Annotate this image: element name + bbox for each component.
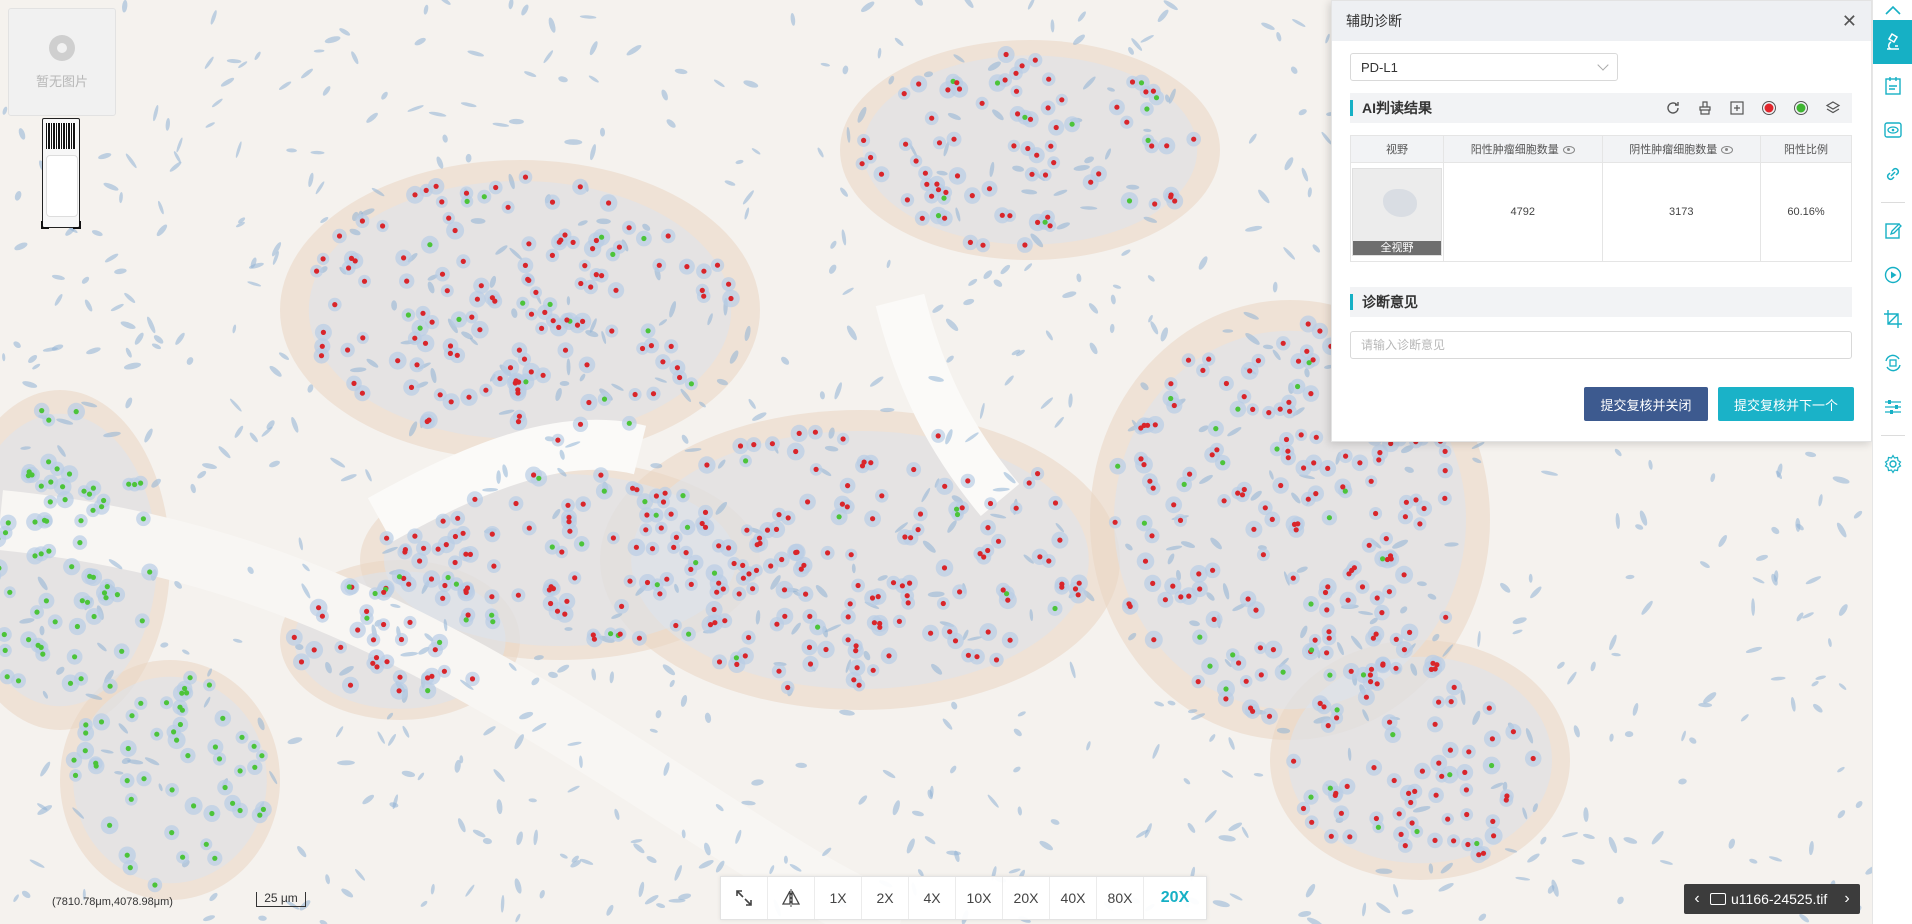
add-region-icon[interactable]	[1728, 99, 1746, 117]
ai-result-table: 视野 阳性肿瘤细胞数量 阴性肿瘤细胞数量 阳性比例 全视野 4792 3173 …	[1350, 135, 1852, 262]
col-header-ratio: 阳性比例	[1760, 135, 1852, 163]
refresh-icon[interactable]	[1664, 99, 1682, 117]
ai-tools	[1664, 99, 1842, 117]
no-image-icon	[49, 34, 75, 61]
stain-select[interactable]: PD-L1	[1350, 53, 1618, 81]
coordinate-readout: (7810.78μm,4078.98μm)	[52, 896, 173, 908]
current-zoom-indicator: 20X	[1160, 889, 1190, 906]
col-header-negative-label: 阴性肿瘤细胞数量	[1629, 144, 1718, 156]
positive-ratio: 60.16%	[1760, 162, 1852, 262]
zoom-10x-button[interactable]: 10X	[956, 877, 1003, 919]
panel-header: 辅助诊断 ✕	[1332, 1, 1871, 41]
view-thumbnail[interactable]: 全视野	[1352, 168, 1442, 256]
negative-count: 3173	[1601, 162, 1761, 262]
prev-file-button[interactable]: ‹	[1684, 890, 1710, 908]
zoom-4x-button[interactable]: 4X	[909, 877, 956, 919]
report-icon[interactable]	[1873, 64, 1912, 108]
crop-icon[interactable]	[1873, 297, 1912, 341]
microscope-icon[interactable]	[1873, 20, 1912, 64]
file-name-display: u1166-24525.tif	[1710, 891, 1834, 907]
flip-icon	[781, 889, 801, 907]
opinion-section-header: 诊断意见	[1350, 287, 1852, 317]
zoom-20x-button[interactable]: 20X	[1003, 877, 1050, 919]
collapse-up-icon[interactable]	[1873, 0, 1912, 20]
zoom-80x-button[interactable]: 80X	[1097, 877, 1144, 919]
rotate-icon[interactable]	[1873, 341, 1912, 385]
positive-marker-icon[interactable]	[1760, 99, 1778, 117]
thumbnail-placeholder-text: 暂无图片	[35, 73, 88, 89]
slide-label-preview[interactable]	[41, 118, 81, 229]
view-label: 全视野	[1353, 241, 1441, 255]
settings-icon[interactable]	[1873, 442, 1912, 486]
expand-icon	[736, 890, 752, 906]
toolbar-divider	[1881, 435, 1905, 436]
zoom-40x-button[interactable]: 40X	[1050, 877, 1097, 919]
table-row[interactable]: 全视野 4792 3173 60.16%	[1350, 162, 1852, 262]
chevron-down-icon	[1597, 59, 1609, 71]
slide-cover	[46, 155, 78, 217]
positive-count: 4792	[1443, 162, 1603, 262]
close-icon[interactable]: ✕	[1842, 11, 1857, 32]
view-cell[interactable]: 全视野	[1350, 162, 1444, 262]
right-toolbar	[1872, 0, 1912, 924]
zoom-2x-button[interactable]: 2X	[862, 877, 909, 919]
eye-icon[interactable]	[1721, 146, 1734, 155]
link-icon[interactable]	[1873, 152, 1912, 196]
thumbnail-panel[interactable]: 暂无图片	[8, 8, 116, 116]
specimen-preview	[1383, 189, 1417, 217]
file-navigator: ‹ u1166-24525.tif ›	[1684, 884, 1860, 914]
stain-select-value: PD-L1	[1361, 59, 1398, 75]
opinion-title: 诊断意见	[1362, 294, 1418, 310]
ai-result-section-header: AI判读结果	[1350, 93, 1852, 123]
edit-icon[interactable]	[1873, 209, 1912, 253]
flip-button[interactable]	[768, 877, 815, 919]
zoom-toolbar: 1X 2X 4X 10X 20X 40X 80X 20X	[720, 876, 1207, 920]
clear-icon[interactable]	[1696, 99, 1714, 117]
toolbar-divider	[1881, 202, 1905, 203]
eye-icon[interactable]	[1562, 146, 1575, 155]
next-file-button[interactable]: ›	[1834, 890, 1860, 908]
submit-close-button[interactable]: 提交复核并关闭	[1584, 387, 1708, 421]
barcode-icon	[46, 123, 76, 149]
corner-marker	[73, 221, 81, 229]
sliders-icon[interactable]	[1873, 385, 1912, 429]
col-header-negative: 阴性肿瘤细胞数量	[1601, 135, 1761, 163]
submit-next-button[interactable]: 提交复核并下一个	[1718, 387, 1854, 421]
ai-result-title: AI判读结果	[1362, 100, 1432, 116]
col-header-positive: 阳性肿瘤细胞数量	[1443, 135, 1603, 163]
file-name: u1166-24525.tif	[1731, 891, 1828, 907]
negative-marker-icon[interactable]	[1792, 99, 1810, 117]
col-header-view: 视野	[1350, 135, 1444, 163]
col-header-positive-label: 阳性肿瘤细胞数量	[1470, 144, 1559, 156]
play-icon[interactable]	[1873, 253, 1912, 297]
file-icon	[1710, 893, 1726, 905]
zoom-1x-button[interactable]: 1X	[815, 877, 862, 919]
eye-icon[interactable]	[1873, 108, 1912, 152]
scale-bar: 25 μm	[256, 892, 306, 907]
diagnosis-opinion-input[interactable]	[1350, 331, 1852, 359]
table-header-row: 视野 阳性肿瘤细胞数量 阴性肿瘤细胞数量 阳性比例	[1350, 135, 1852, 163]
fit-screen-button[interactable]	[721, 877, 768, 919]
panel-title: 辅助诊断	[1346, 13, 1402, 29]
corner-marker	[41, 221, 49, 229]
diagnosis-panel: 辅助诊断 ✕ PD-L1 AI判读结果 视野 阳性肿瘤细胞数量 阴性肿瘤细胞数量…	[1331, 0, 1872, 442]
layers-icon[interactable]	[1824, 99, 1842, 117]
